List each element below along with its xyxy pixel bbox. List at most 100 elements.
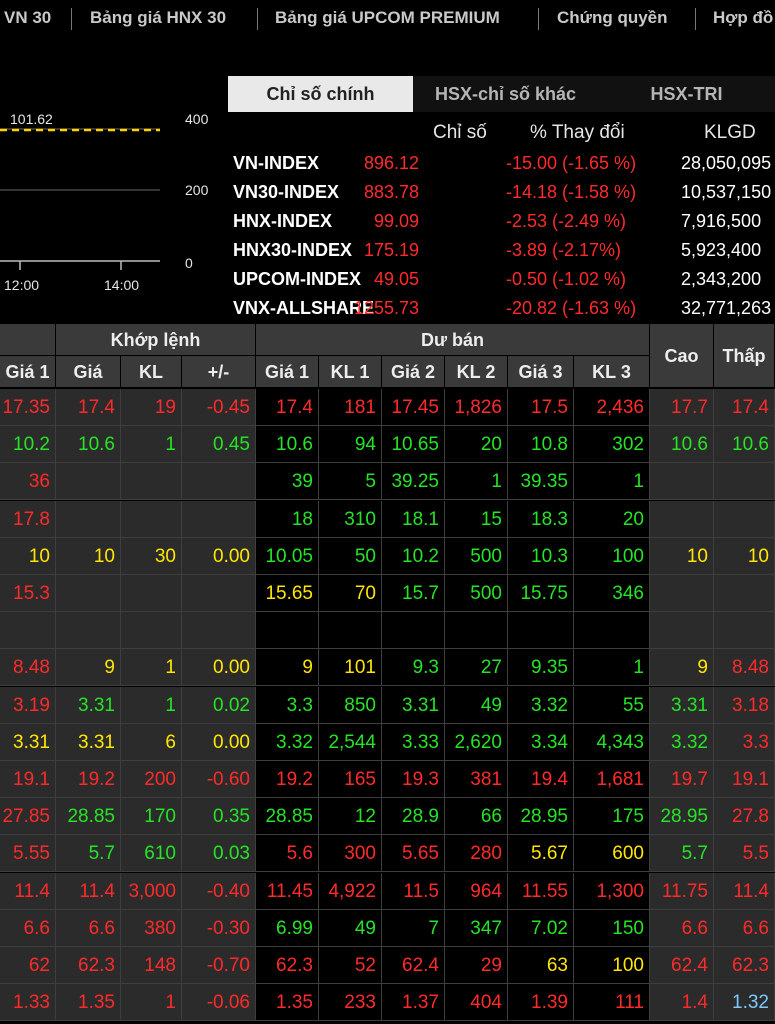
col-header-ask-price2[interactable]: Giá 2 bbox=[382, 356, 445, 388]
board-cell-ask-vol2: 15 bbox=[445, 500, 508, 538]
index-change: -20.82 (-1.63 %) bbox=[506, 298, 637, 318]
board-cell-ask-vol1: 233 bbox=[319, 984, 382, 1022]
board-cell-high bbox=[650, 575, 714, 612]
board-cell-ask-vol2: 1,826 bbox=[445, 389, 508, 426]
board-cell-bid-price1: 11.4 bbox=[0, 872, 56, 910]
board-cell-low: 19.1 bbox=[714, 761, 775, 798]
board-cell-ask-vol2: 404 bbox=[445, 984, 508, 1022]
col-header-bid-price1[interactable]: Giá 1 bbox=[0, 356, 56, 388]
board-cell-match-vol: 30 bbox=[121, 537, 182, 575]
board-cell-ask-price2: 3.33 bbox=[382, 723, 445, 761]
board-cell-ask-price1: 62.3 bbox=[256, 947, 319, 984]
board-cell-low: 17.4 bbox=[714, 389, 775, 426]
index-volume: 5,923,400 bbox=[681, 240, 762, 260]
board-cell-ask-vol3: 302 bbox=[574, 426, 650, 464]
board-cell-ask-price1: 10.6 bbox=[256, 426, 319, 464]
index-row[interactable]: HNX30-INDEX 175.19 -3.89 (-2.17%) 5,923,400 bbox=[228, 238, 775, 267]
board-cell-match-price: 3.31 bbox=[56, 686, 121, 724]
board-cell-bid-price1: 19.1 bbox=[0, 761, 56, 798]
index-row[interactable]: VN-INDEX 896.12 -15.00 (-1.65 %) 28,050,095 bbox=[228, 151, 775, 180]
board-cell-ask-price3: 10.3 bbox=[508, 537, 574, 575]
tab-covered-warrant[interactable]: Chứng quyền bbox=[557, 8, 668, 28]
board-cell-match-change: 0.00 bbox=[182, 649, 256, 687]
board-cell-high: 3.31 bbox=[650, 686, 714, 724]
board-cell-ask-vol3: 100 bbox=[574, 947, 650, 984]
board-cell-ask-vol2: 1 bbox=[445, 463, 508, 501]
price-board: Khớp lệnh Dư bán Cao Thấp Giá 1 Giá KL +/- G… bbox=[0, 324, 775, 1024]
board-cell-ask-vol1: 50 bbox=[319, 537, 382, 575]
board-cell-match-price bbox=[56, 500, 121, 538]
board-cell-match-vol: 1 bbox=[121, 426, 182, 464]
col-header-ask-price3[interactable]: Giá 3 bbox=[508, 356, 574, 388]
index-row[interactable]: VNX-ALLSHARE 1255.73 -20.82 (-1.63 %) 32,77… bbox=[228, 296, 775, 325]
col-header-match-change[interactable]: +/- bbox=[182, 356, 256, 388]
index-row[interactable]: HNX-INDEX 99.09 -2.53 (-2.49 %) 7,916,500 bbox=[228, 209, 775, 238]
board-cell-match-vol bbox=[121, 612, 182, 650]
board-cell-match-vol: 610 bbox=[121, 835, 182, 873]
tab-upcom-premium[interactable]: Bảng giá UPCOM PREMIUM bbox=[275, 8, 500, 28]
board-cell-ask-price3: 15.75 bbox=[508, 575, 574, 612]
col-header-match-price[interactable]: Giá bbox=[56, 356, 121, 388]
index-row[interactable]: UPCOM-INDEX 49.05 -0.50 (-1.02 %) 2,343,200 bbox=[228, 267, 775, 296]
board-cell-ask-vol2: 27 bbox=[445, 649, 508, 687]
board-cell-ask-vol3: 1,681 bbox=[574, 761, 650, 798]
col-header-ask-vol1[interactable]: KL 1 bbox=[319, 356, 382, 388]
board-cell-match-vol bbox=[121, 500, 182, 538]
board-cell-ask-vol3: 2,436 bbox=[574, 389, 650, 426]
board-cell-low: 11.4 bbox=[714, 872, 775, 910]
board-cell-match-change: 0.02 bbox=[182, 686, 256, 724]
tab-hsx-tri[interactable]: HSX-TRI bbox=[598, 76, 775, 112]
board-cell-ask-vol2: 2,620 bbox=[445, 723, 508, 761]
board-cell-bid-price1: 3.31 bbox=[0, 723, 56, 761]
board-cell-match-vol: 1 bbox=[121, 984, 182, 1022]
board-cell-bid-price1 bbox=[0, 612, 56, 650]
tab-hsx-other[interactable]: HSX-chỉ số khác bbox=[413, 76, 598, 112]
tab-hnx30[interactable]: Bảng giá HNX 30 bbox=[90, 8, 226, 28]
col-header-low[interactable]: Thấp bbox=[714, 324, 775, 388]
board-cell-ask-price1: 5.6 bbox=[256, 835, 319, 873]
board-cell-bid-price1: 36 bbox=[0, 463, 56, 501]
board-cell-ask-price3: 17.5 bbox=[508, 389, 574, 426]
x-tick-label: 12:00 bbox=[4, 277, 39, 293]
board-cell-ask-vol3: 1 bbox=[574, 463, 650, 501]
board-cell-ask-vol1: 94 bbox=[319, 426, 382, 464]
tab-derivatives[interactable]: Hợp đồ bbox=[713, 8, 773, 28]
index-row[interactable]: VN30-INDEX 883.78 -14.18 (-1.58 %) 10,537,1… bbox=[228, 180, 775, 209]
board-cell-ask-price2: 11.5 bbox=[382, 872, 445, 910]
board-cell-match-vol: 148 bbox=[121, 947, 182, 984]
board-cell-ask-price1: 10.05 bbox=[256, 537, 319, 575]
board-cell-bid-price1: 5.55 bbox=[0, 835, 56, 873]
board-cell-ask-price2 bbox=[382, 612, 445, 650]
board-cell-match-price bbox=[56, 612, 121, 650]
board-cell-ask-price3 bbox=[508, 612, 574, 650]
index-name: HNX30-INDEX bbox=[233, 240, 353, 260]
col-header-ask-vol3[interactable]: KL 3 bbox=[574, 356, 650, 388]
col-header-match-vol[interactable]: KL bbox=[121, 356, 182, 388]
board-cell-ask-price2: 1.37 bbox=[382, 984, 445, 1022]
board-cell-ask-vol2 bbox=[445, 612, 508, 650]
tab-vn30[interactable]: VN 30 bbox=[4, 8, 51, 28]
board-cell-high: 17.7 bbox=[650, 389, 714, 426]
board-cell-match-price bbox=[56, 463, 121, 501]
col-header-ask-price1[interactable]: Giá 1 bbox=[256, 356, 319, 388]
board-cell-match-price bbox=[56, 575, 121, 612]
board-cell-low: 10.6 bbox=[714, 426, 775, 464]
board-cell-match-price: 11.4 bbox=[56, 872, 121, 910]
board-cell-match-vol: 3,000 bbox=[121, 872, 182, 910]
board-cell-match-change bbox=[182, 463, 256, 501]
board-cell-ask-vol2: 964 bbox=[445, 872, 508, 910]
board-cell-ask-price2: 19.3 bbox=[382, 761, 445, 798]
board-cell-bid-price1: 3.19 bbox=[0, 686, 56, 724]
board-cell-ask-vol1: 181 bbox=[319, 389, 382, 426]
board-cell-match-price: 62.3 bbox=[56, 947, 121, 984]
board-cell-bid-price1: 8.48 bbox=[0, 649, 56, 687]
board-cell-match-price: 6.6 bbox=[56, 909, 121, 947]
board-cell-high: 5.7 bbox=[650, 835, 714, 873]
board-cell-match-vol: 6 bbox=[121, 723, 182, 761]
chart-canvas: 101.62 400 200 0 12:00 14:00 bbox=[0, 111, 209, 293]
col-header-ask-vol2[interactable]: KL 2 bbox=[445, 356, 508, 388]
tab-main-indices[interactable]: Chỉ số chính bbox=[228, 76, 413, 112]
col-header-high[interactable]: Cao bbox=[650, 324, 714, 388]
board-cell-ask-price1: 17.4 bbox=[256, 389, 319, 426]
board-cell-ask-price1: 19.2 bbox=[256, 761, 319, 798]
